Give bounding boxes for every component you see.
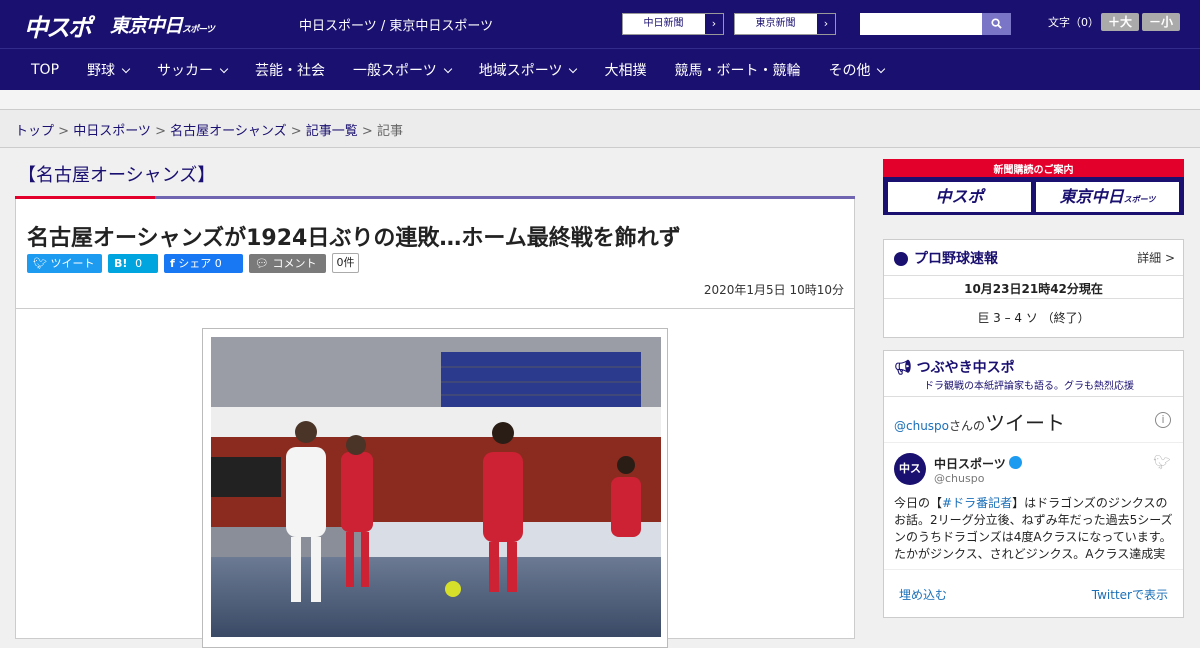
baseball-header: プロ野球速報 詳細 >: [884, 240, 1183, 276]
ad-strip: [0, 90, 1200, 110]
twitter-panel: 📢︎ つぶやき中スポ ドラ観戦の本紙評論家も語る。グラも熱烈応援 @chuspo…: [883, 350, 1184, 618]
nav-local-sports[interactable]: 地域スポーツ: [479, 60, 578, 80]
embed-link[interactable]: 埋め込む: [899, 588, 947, 602]
breadcrumb-top[interactable]: トップ: [15, 124, 54, 139]
main-nav: TOP 野球 サッカー 芸能・社会 一般スポーツ 地域スポーツ 大相撲 競馬・ボ…: [0, 48, 1200, 90]
twitter-panel-title: 📢︎ つぶやき中スポ: [894, 360, 1015, 376]
breadcrumb: トップ > 中日スポーツ > 名古屋オーシャンズ > 記事一覧 > 記事: [0, 110, 1200, 148]
tokyo-shimbun-link[interactable]: 東京新聞 ›: [734, 13, 836, 35]
facebook-icon: f: [170, 257, 175, 270]
tokyo-chunichi-logo[interactable]: 東京中日スポーツ: [110, 11, 215, 38]
view-on-twitter-link[interactable]: Twitterで表示: [1092, 586, 1168, 603]
twitter-panel-footer: 埋め込む Twitterで表示: [884, 569, 1183, 617]
timeline-handle[interactable]: @chuspo: [894, 419, 949, 433]
tweet-author-handle[interactable]: @chuspo: [934, 472, 984, 485]
twitter-panel-subtitle: ドラ観戦の本紙評論家も語る。グラも熱烈応援: [924, 381, 1134, 392]
article-column: 【名古屋オーシャンズ】 名古屋オーシャンズが1924日ぶりの連敗…ホーム最終戦を…: [15, 150, 855, 648]
search-icon: [991, 18, 1002, 29]
nav-soccer[interactable]: サッカー: [157, 60, 229, 80]
article-header: 名古屋オーシャンズが1924日ぶりの連敗…ホーム最終戦を飾れず 🐦︎ ツイート …: [15, 199, 855, 309]
font-larger-button[interactable]: ＋大: [1101, 13, 1139, 31]
tweet-text: 今日の【#ドラ番記者】はドラゴンズのジンクスのお話。2リーグ分立後、ねずみ年だっ…: [894, 496, 1173, 561]
breadcrumb-oceans[interactable]: 名古屋オーシャンズ: [170, 124, 286, 139]
article-photo[interactable]: [211, 337, 661, 637]
baseball-icon: [894, 252, 908, 266]
nav-general-sports[interactable]: 一般スポーツ: [353, 60, 452, 80]
breadcrumb-chuspo[interactable]: 中日スポーツ: [73, 124, 151, 139]
search-button[interactable]: [982, 13, 1011, 35]
section-title: 【名古屋オーシャンズ】: [18, 165, 216, 186]
chevron-down-icon: [121, 64, 131, 73]
subscribe-banner[interactable]: 新聞購読のご案内 中スポ 東京中日スポーツ: [883, 159, 1184, 215]
tweet-button[interactable]: 🐦︎ ツイート: [27, 254, 102, 273]
baseball-detail-link[interactable]: 詳細 >: [1137, 249, 1175, 266]
chevron-right-icon: ›: [704, 14, 723, 34]
breadcrumb-current: 記事: [376, 124, 403, 139]
chevron-right-icon: ›: [816, 14, 835, 34]
chuspo-logo[interactable]: 中スポ: [24, 8, 92, 43]
verified-icon: [1009, 456, 1022, 469]
chevron-down-icon: [569, 64, 578, 73]
info-icon[interactable]: i: [1155, 412, 1171, 428]
twitter-bird-icon: 🐦︎: [1153, 455, 1171, 471]
subscribe-chuspo-button[interactable]: 中スポ: [888, 182, 1031, 212]
comment-count: 0件: [332, 253, 359, 273]
font-size-label: 文字（0）: [1048, 16, 1099, 29]
photo-frame: [202, 328, 668, 648]
baseball-score[interactable]: 巨 3 – 4 ソ （終了）: [884, 299, 1183, 326]
breadcrumb-articles[interactable]: 記事一覧: [306, 124, 358, 139]
twitter-bird-icon: 🐦︎: [33, 257, 47, 270]
publish-date: 2020年1月5日 10時10分: [703, 283, 844, 297]
chevron-down-icon: [219, 64, 229, 73]
nav-sumo[interactable]: 大相撲: [604, 60, 646, 80]
article-title: 名古屋オーシャンズが1924日ぶりの連敗…ホーム最終戦を飾れず: [27, 226, 681, 251]
tweet-author-name[interactable]: 中日スポーツ: [934, 455, 1006, 472]
subscribe-title: 新聞購読のご案内: [993, 165, 1074, 176]
search-input[interactable]: [860, 13, 982, 35]
chevron-down-icon: [443, 64, 452, 73]
site-title[interactable]: 中日スポーツ / 東京中日スポーツ: [299, 15, 493, 34]
megaphone-icon: 📢︎: [894, 360, 912, 376]
font-smaller-button[interactable]: －小: [1142, 13, 1180, 31]
subscribe-tokyo-button[interactable]: 東京中日スポーツ: [1036, 182, 1179, 212]
chunichi-shimbun-link[interactable]: 中日新聞 ›: [622, 13, 724, 35]
twitter-panel-header: 📢︎ つぶやき中スポ ドラ観戦の本紙評論家も語る。グラも熱烈応援: [884, 351, 1183, 397]
nav-racing[interactable]: 競馬・ボート・競輪: [674, 60, 800, 80]
nav-entertainment[interactable]: 芸能・社会: [255, 60, 325, 80]
comment-bubble-icon: 💬︎: [255, 257, 269, 270]
top-header: 中スポ 東京中日スポーツ 中日スポーツ / 東京中日スポーツ 中日新聞 › 東京新…: [0, 0, 1200, 48]
nav-top[interactable]: TOP: [31, 62, 59, 78]
nav-baseball[interactable]: 野球: [87, 60, 131, 80]
facebook-share-button[interactable]: f シェア 0: [164, 254, 243, 273]
hashtag-link[interactable]: #ドラ番記者: [942, 496, 1012, 510]
chevron-down-icon: [877, 64, 886, 73]
tweet[interactable]: 中ス 中日スポーツ @chuspo 🐦︎ 今日の【#ドラ番記者】はドラゴンズのジ…: [884, 443, 1183, 569]
nav-other[interactable]: その他: [828, 60, 886, 80]
avatar[interactable]: 中ス: [894, 453, 926, 485]
futsal-players-image: [211, 337, 661, 637]
photo-section: [15, 309, 855, 648]
timeline-header: @chuspoさんのツイート i: [884, 397, 1183, 443]
timeline-label: ツイート: [985, 411, 1066, 435]
baseball-update-time: 10月23日21時42分現在: [884, 276, 1183, 299]
baseball-score-panel: プロ野球速報 詳細 > 10月23日21時42分現在 巨 3 – 4 ソ （終了…: [883, 239, 1184, 338]
hatena-bookmark-button[interactable]: B! 0: [108, 254, 158, 273]
comment-button[interactable]: 💬︎ コメント: [249, 254, 326, 273]
